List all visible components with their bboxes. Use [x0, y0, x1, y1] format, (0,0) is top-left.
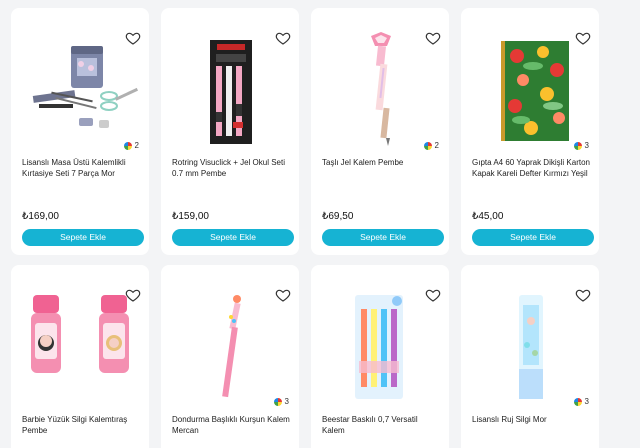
product-card[interactable]: Rotring Visuclick + Jel Okul Seti 0.7 mm… [161, 8, 299, 255]
add-to-cart-button[interactable]: Sepete Ekle [22, 229, 144, 246]
color-swatch-icon [123, 141, 132, 150]
product-card[interactable]: 3 Gıpta A4 60 Yaprak Dikişli Karton Kapa… [461, 8, 599, 255]
product-title[interactable]: Dondurma Başlıklı Kurşun Kalem Mercan [172, 414, 291, 436]
color-swatch-icon [573, 141, 582, 150]
favorite-heart-icon[interactable] [275, 30, 291, 46]
product-card[interactable]: 2 Taşlı Jel Kalem Pembe ₺69,50 Sepete Ek… [311, 8, 449, 255]
product-card[interactable]: 2 Lisanslı Masa Üstü Kalemlikli Kırtasiy… [11, 8, 149, 255]
favorite-heart-icon[interactable] [575, 287, 591, 303]
product-price: ₺69,50 [322, 211, 354, 222]
product-card[interactable]: 3 Dondurma Başlıklı Kurşun Kalem Mercan [161, 265, 299, 448]
variant-count-label: 2 [134, 141, 139, 150]
variant-count-label: 3 [584, 141, 589, 150]
variant-count-label: 3 [584, 397, 589, 406]
product-price: ₺169,00 [22, 211, 59, 222]
product-title[interactable]: Barbie Yüzük Silgi Kalemtıraş Pembe [22, 414, 141, 436]
product-card[interactable]: Beestar Baskılı 0,7 Versatil Kalem [311, 265, 449, 448]
variant-count: 3 [573, 397, 589, 406]
product-card[interactable]: Barbie Yüzük Silgi Kalemtıraş Pembe [11, 265, 149, 448]
product-title[interactable]: Lisanslı Ruj Silgi Mor [472, 414, 591, 425]
product-card[interactable]: 3 Lisanslı Ruj Silgi Mor [461, 265, 599, 448]
variant-count: 3 [273, 397, 289, 406]
favorite-heart-icon[interactable] [425, 287, 441, 303]
product-title[interactable]: Rotring Visuclick + Jel Okul Seti 0.7 mm… [172, 157, 291, 179]
product-title[interactable]: Gıpta A4 60 Yaprak Dikişli Karton Kapak … [472, 157, 591, 179]
add-to-cart-button[interactable]: Sepete Ekle [172, 229, 294, 246]
color-swatch-icon [423, 141, 432, 150]
add-to-cart-button[interactable]: Sepete Ekle [472, 229, 594, 246]
favorite-heart-icon[interactable] [125, 30, 141, 46]
color-swatch-icon [573, 397, 582, 406]
variant-count-label: 2 [434, 141, 439, 150]
favorite-heart-icon[interactable] [275, 287, 291, 303]
product-title[interactable]: Lisanslı Masa Üstü Kalemlikli Kırtasiye … [22, 157, 141, 179]
variant-count-label: 3 [284, 397, 289, 406]
product-title[interactable]: Beestar Baskılı 0,7 Versatil Kalem [322, 414, 441, 436]
add-to-cart-button[interactable]: Sepete Ekle [322, 229, 444, 246]
product-price: ₺159,00 [172, 211, 209, 222]
favorite-heart-icon[interactable] [425, 30, 441, 46]
favorite-heart-icon[interactable] [575, 30, 591, 46]
variant-count: 2 [423, 141, 439, 150]
favorite-heart-icon[interactable] [125, 287, 141, 303]
variant-count: 3 [573, 141, 589, 150]
variant-count: 2 [123, 141, 139, 150]
product-title[interactable]: Taşlı Jel Kalem Pembe [322, 157, 441, 168]
product-price: ₺45,00 [472, 211, 504, 222]
color-swatch-icon [273, 397, 282, 406]
